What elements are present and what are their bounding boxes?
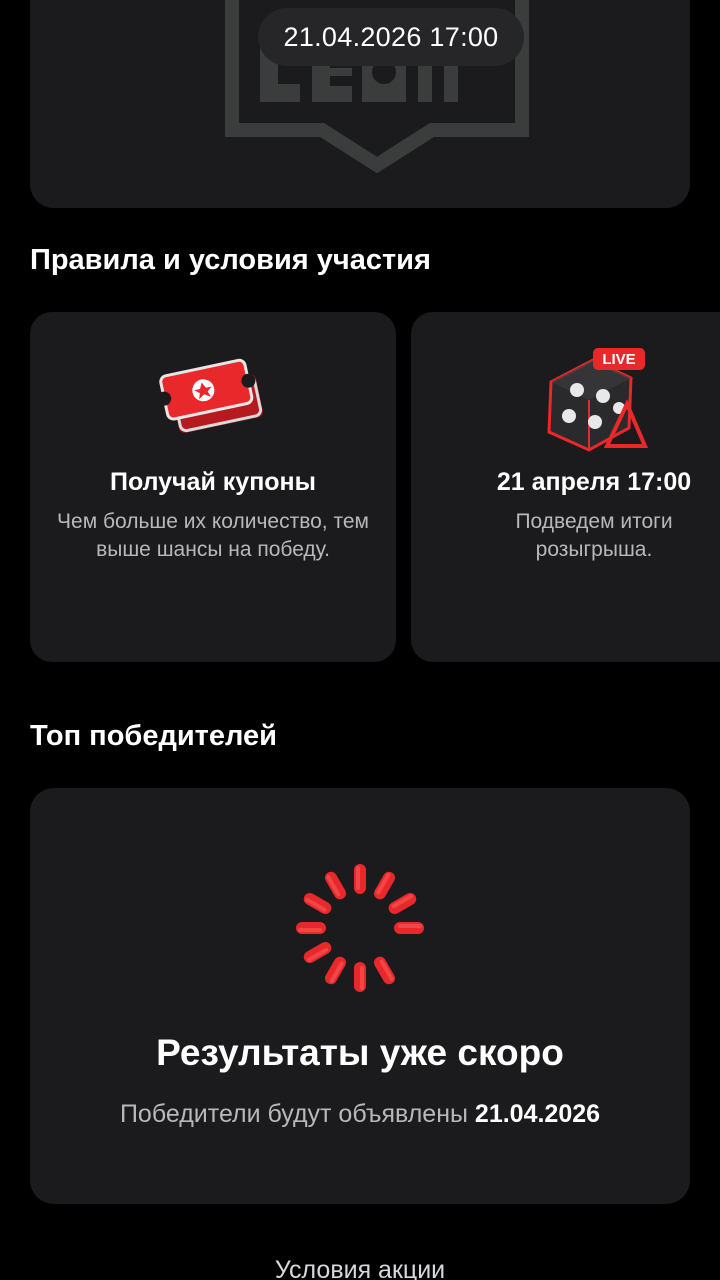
results-date: 21.04.2026 [474, 1100, 601, 1128]
results-title: Результаты уже скоро [156, 1032, 564, 1073]
rule-card-heading: 21 апреля 17:00 [496, 468, 692, 496]
rule-card-coupons: Получай купоны Чем больше их количество,… [30, 312, 396, 662]
promo-page: 21.04.2026 17:00 Правила и условия участ… [0, 0, 720, 1280]
draw-date-pill: 21.04.2026 17:00 [258, 8, 524, 66]
rule-card-live-draw: LIVE 21 апреля 17:00 Подведем итоги розы… [411, 312, 720, 662]
results-card: Результаты уже скоро Победители будут об… [30, 788, 690, 1204]
promo-banner: 21.04.2026 17:00 [30, 0, 690, 208]
rule-card-text: Чем больше их количество, тем выше шансы… [57, 510, 369, 561]
live-lottery-drum-icon: LIVE [547, 348, 649, 452]
loading-spinner-icon [296, 864, 424, 992]
promo-terms-link[interactable]: Условия акции [0, 1256, 720, 1280]
winners-section-title: Топ победителей [30, 720, 278, 752]
rules-section-title: Правила и условия участия [30, 244, 431, 276]
ticket-coupons-icon [157, 358, 263, 433]
rule-card-text: Подведем итоги розыгрыша. [515, 510, 673, 561]
rule-card-heading: Получай купоны [109, 468, 317, 496]
results-subtitle: Победители будут объявлены 21.04.2026 [30, 1100, 690, 1129]
live-badge: LIVE [602, 351, 635, 368]
results-subtitle-prefix: Победители будут объявлены [119, 1100, 468, 1128]
